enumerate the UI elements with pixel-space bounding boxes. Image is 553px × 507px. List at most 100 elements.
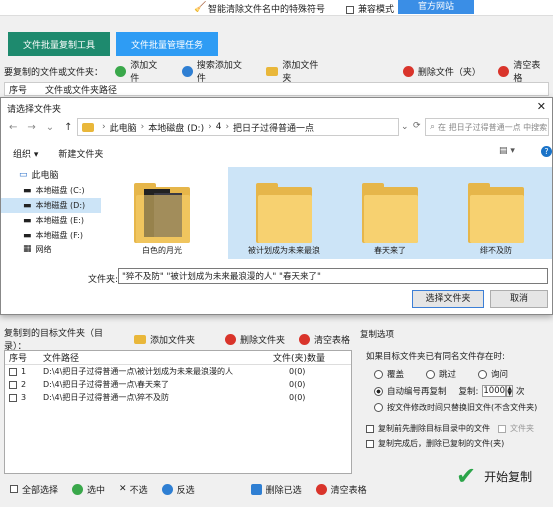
nav-drive-d[interactable]: ▬ 本地磁盘 (D:)	[1, 198, 101, 213]
select-all-checkbox[interactable]: 全部选择	[10, 483, 58, 496]
add-folder-label: 添加文件夹	[282, 61, 319, 84]
crumb-4[interactable]: 4	[216, 122, 222, 132]
close-icon[interactable]: ✕	[537, 100, 546, 113]
row-count: 0(0)	[289, 380, 306, 389]
delete-file-button[interactable]: 删除文件（夹）	[402, 65, 481, 78]
delete-icon	[250, 483, 262, 495]
row-count: 0(0)	[289, 393, 306, 402]
folder-tile[interactable]: 春天来了	[334, 167, 446, 259]
plus-icon	[115, 65, 127, 77]
bottom-clear-button[interactable]: 清空表格	[315, 483, 367, 496]
search-input[interactable]: ⌕ 在 把日子过得普通一点 中搜索	[425, 118, 549, 136]
deselect-button[interactable]: ✕ 不选	[119, 483, 148, 496]
nav-this-pc[interactable]: ▭ 此电脑	[1, 166, 101, 183]
folder-tile[interactable]: 绯不及防	[440, 167, 552, 259]
up-icon[interactable]: ↑	[64, 122, 72, 133]
invert-icon	[161, 483, 173, 495]
table-row[interactable]: 1 D:\4\把日子过得普通一点\被计划成为未来最浪漫的人 0(0)	[5, 365, 351, 378]
x-icon: ✕	[119, 484, 127, 494]
delete-icon	[402, 65, 414, 77]
skip-radio[interactable]: 跳过	[426, 368, 456, 380]
clear-table-button[interactable]: 清空表格	[498, 58, 549, 84]
drive-icon: ▬	[23, 215, 32, 226]
folder-icon	[266, 66, 279, 76]
folder-icon	[82, 122, 94, 132]
search-add-button[interactable]: 搜索添加文件	[181, 58, 251, 84]
row-checkbox[interactable]	[9, 393, 17, 402]
nav-drive-c[interactable]: ▬ 本地磁盘 (C:)	[1, 183, 101, 198]
close-icon	[299, 333, 311, 345]
organize-button[interactable]: 组织 ▾	[13, 147, 38, 160]
filename-input[interactable]: "猝不及防" "被计划成为未来最浪漫的人" "春天来了"	[118, 268, 548, 284]
back-icon[interactable]: ←	[9, 122, 17, 133]
replace-by-time-label: 按文件修改时间只替换旧文件(不含文件夹)	[387, 403, 538, 412]
crumb-current[interactable]: 把日子过得普通一点	[233, 121, 314, 134]
breadcrumb[interactable]: › 此电脑 › 本地磁盘 (D:) › 4 › 把日子过得普通一点	[77, 118, 399, 136]
forward-icon[interactable]: →	[27, 122, 35, 133]
clear-target-checkbox[interactable]: 复制前先删除目标目录中的文件 文件夹	[366, 423, 550, 434]
options-panel: 复制选项 如果目标文件夹已有同名文件存在时: 覆盖 跳过 询问 自动编号再复制 …	[360, 328, 550, 458]
row-path: D:\4\把日子过得普通一点\猝不及防	[43, 393, 170, 402]
options-question: 如果目标文件夹已有同名文件存在时:	[366, 352, 505, 362]
chevron-down-icon[interactable]: ⌄	[401, 122, 409, 132]
dest-table: 序号 文件路径 文件(夹)数量 1 D:\4\把日子过得普通一点\被计划成为未来…	[4, 350, 352, 474]
dest-clear-button[interactable]: 清空表格	[299, 333, 350, 346]
file-only-checkbox[interactable]	[498, 424, 506, 433]
dest-add-folder-label: 添加文件夹	[150, 335, 196, 346]
tab-label: 文件批量管理任务	[130, 40, 203, 51]
help-icon[interactable]: ?	[541, 146, 552, 157]
col-count: 文件(夹)数量	[273, 354, 326, 364]
skip-label: 跳过	[439, 370, 457, 380]
view-icon[interactable]: ▤ ▾	[499, 146, 515, 156]
title-text: 智能清除文件名中的特殊符号	[208, 5, 326, 15]
table-row[interactable]: 2 D:\4\把日子过得普通一点\春天来了 0(0)	[5, 378, 351, 391]
row-checkbox[interactable]	[9, 367, 17, 376]
auto-number-label: 自动编号再复制	[387, 387, 447, 397]
select-folder-button[interactable]: 选择文件夹	[412, 290, 484, 308]
dialog-cancel-button[interactable]: 取消	[490, 290, 548, 308]
dest-add-folder-button[interactable]: 添加文件夹	[134, 333, 195, 346]
auto-number-radio[interactable]: 自动编号再复制	[374, 385, 447, 397]
deselect-label: 不选	[129, 485, 148, 496]
nav-drive-e[interactable]: ▬ 本地磁盘 (E:)	[1, 213, 101, 228]
copies-label: 复制:	[458, 387, 479, 397]
select-button[interactable]: 选中	[72, 483, 105, 496]
add-file-button[interactable]: 添加文件	[115, 58, 166, 84]
table-row[interactable]: 3 D:\4\把日子过得普通一点\猝不及防 0(0)	[5, 391, 351, 404]
add-folder-button[interactable]: 添加文件夹	[266, 58, 327, 84]
invert-button[interactable]: 反选	[161, 483, 195, 496]
delete-selected-button[interactable]: 删除已选	[250, 483, 302, 496]
col-no: 序号	[9, 85, 28, 96]
crumb-drive-d[interactable]: 本地磁盘 (D:)	[148, 121, 204, 134]
new-folder-button[interactable]: 新建文件夹	[58, 147, 103, 160]
tab-batch-manage[interactable]: 文件批量管理任务	[116, 32, 218, 56]
search-icon: ⌕	[430, 122, 436, 132]
ask-radio[interactable]: 询问	[478, 368, 508, 380]
stepper-icon[interactable]: ▲ ▼	[506, 385, 514, 397]
compat-checkbox[interactable]: 兼容模式	[346, 2, 394, 15]
nav-drive-f[interactable]: ▬ 本地磁盘 (F:)	[1, 228, 101, 243]
chevron-down-icon[interactable]: ⌄	[46, 122, 54, 133]
overwrite-radio[interactable]: 覆盖	[374, 368, 404, 380]
dialog-title: 请选择文件夹	[7, 105, 62, 115]
refresh-icon[interactable]: ⟳	[413, 121, 421, 131]
replace-by-time-radio[interactable]: 按文件修改时间只替换旧文件(不含文件夹)	[374, 402, 550, 413]
start-copy-button[interactable]: ✔ 开始复制	[456, 462, 532, 490]
copies-input[interactable]: 1000	[482, 385, 507, 397]
dest-delete-button[interactable]: 删除文件夹	[225, 333, 285, 346]
nav-network[interactable]: ▦ 网络	[1, 243, 101, 255]
dest-toolbar: 复制到的目标文件夹（目录）： 添加文件夹 删除文件夹 清空表格	[4, 329, 350, 352]
folder-tile[interactable]: 白色的月光	[106, 167, 218, 259]
select-label: 选中	[87, 485, 106, 496]
crumb-this-pc[interactable]: 此电脑	[110, 121, 137, 134]
row-checkbox[interactable]	[9, 380, 17, 389]
close-icon	[498, 65, 510, 77]
tile-label: 春天来了	[374, 246, 406, 255]
folder-tile[interactable]: 被计划成为未来最浪	[228, 167, 340, 259]
official-site-link[interactable]: 官方网站	[398, 0, 474, 14]
tab-batch-copy[interactable]: 文件批量复制工具	[8, 32, 110, 56]
copies-unit: 次	[516, 387, 525, 397]
folder-icon	[134, 183, 190, 243]
delete-after-checkbox[interactable]: 复制完成后，删除已复制的文件(夹)	[366, 438, 550, 449]
close-icon	[315, 483, 327, 495]
